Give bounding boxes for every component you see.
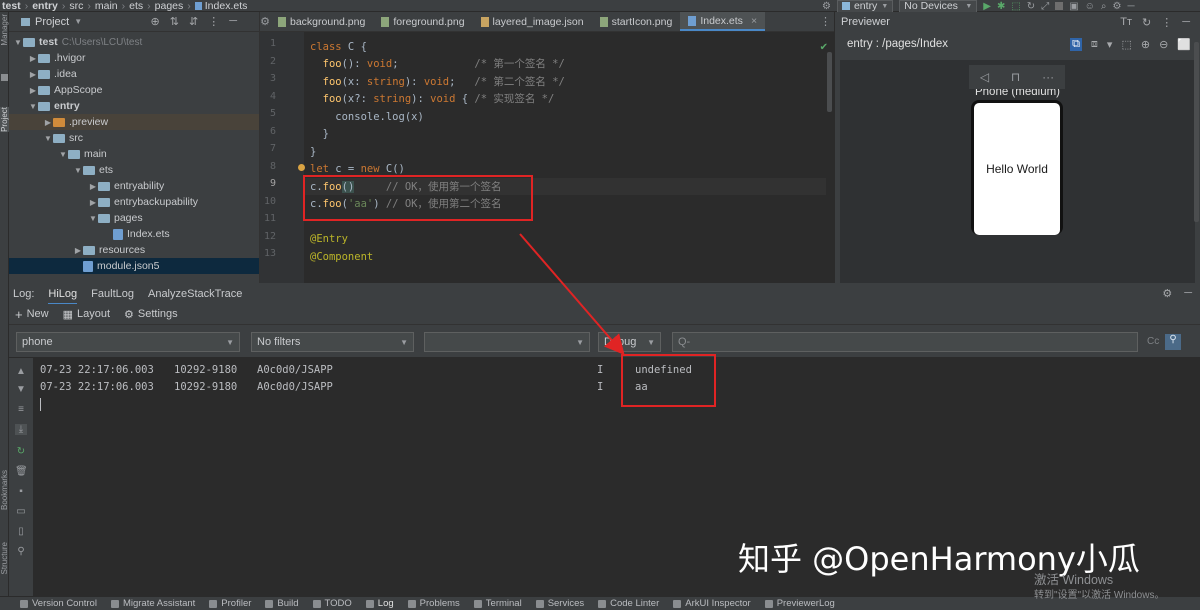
tool-window-label: Services <box>547 598 585 609</box>
tool-window-icon <box>673 599 682 608</box>
tool-window-icon <box>598 599 607 608</box>
tool-window-icon <box>265 599 274 608</box>
tool-window-label: ArkUI Inspector <box>685 598 751 609</box>
tool-window-button[interactable]: TODO <box>312 598 352 609</box>
tool-window-icon <box>20 599 28 608</box>
tool-window-button[interactable]: Log <box>365 598 394 609</box>
tool-window-button[interactable]: Services <box>535 598 585 609</box>
tool-window-button[interactable]: Terminal <box>473 598 522 609</box>
tool-window-icon <box>473 599 482 608</box>
tool-window-button[interactable]: PreviewerLog <box>764 598 835 609</box>
tool-window-label: Profiler <box>221 598 252 609</box>
tool-window-icon <box>764 599 773 608</box>
tool-window-icon <box>535 599 544 608</box>
windows-activation-subtitle: 转到"设置"以激活 Windows。 <box>1034 590 1165 601</box>
tool-window-icon <box>312 599 321 608</box>
tool-window-icon <box>407 599 416 608</box>
tool-window-label: PreviewerLog <box>776 598 835 609</box>
tool-window-button[interactable]: Code Linter <box>598 598 659 609</box>
tool-window-label: Migrate Assistant <box>122 598 196 609</box>
tool-window-label: Build <box>277 598 299 609</box>
tool-window-label: Version Control <box>32 598 97 609</box>
bottom-tool-bar: Version Control Migrate Assistant Profiler… <box>0 596 1200 610</box>
tool-window-button[interactable]: Profiler <box>209 598 251 609</box>
tool-window-icon <box>209 599 218 608</box>
tool-window-icon <box>365 599 374 608</box>
tool-window-button[interactable]: ArkUI Inspector <box>673 598 751 609</box>
annotation-arrow <box>519 233 625 356</box>
tool-window-button[interactable]: Migrate Assistant <box>110 598 196 609</box>
tool-window-label: Terminal <box>485 598 522 609</box>
tool-window-icon <box>110 599 119 608</box>
tool-window-label: Log <box>377 598 394 609</box>
tool-window-label: Problems <box>419 598 460 609</box>
tool-window-label: TODO <box>324 598 352 609</box>
tool-window-button[interactable]: Problems <box>407 598 460 609</box>
tool-window-label: Code Linter <box>610 598 660 609</box>
tool-window-button[interactable]: Build <box>265 598 299 609</box>
tool-window-button[interactable]: Version Control <box>20 598 97 609</box>
